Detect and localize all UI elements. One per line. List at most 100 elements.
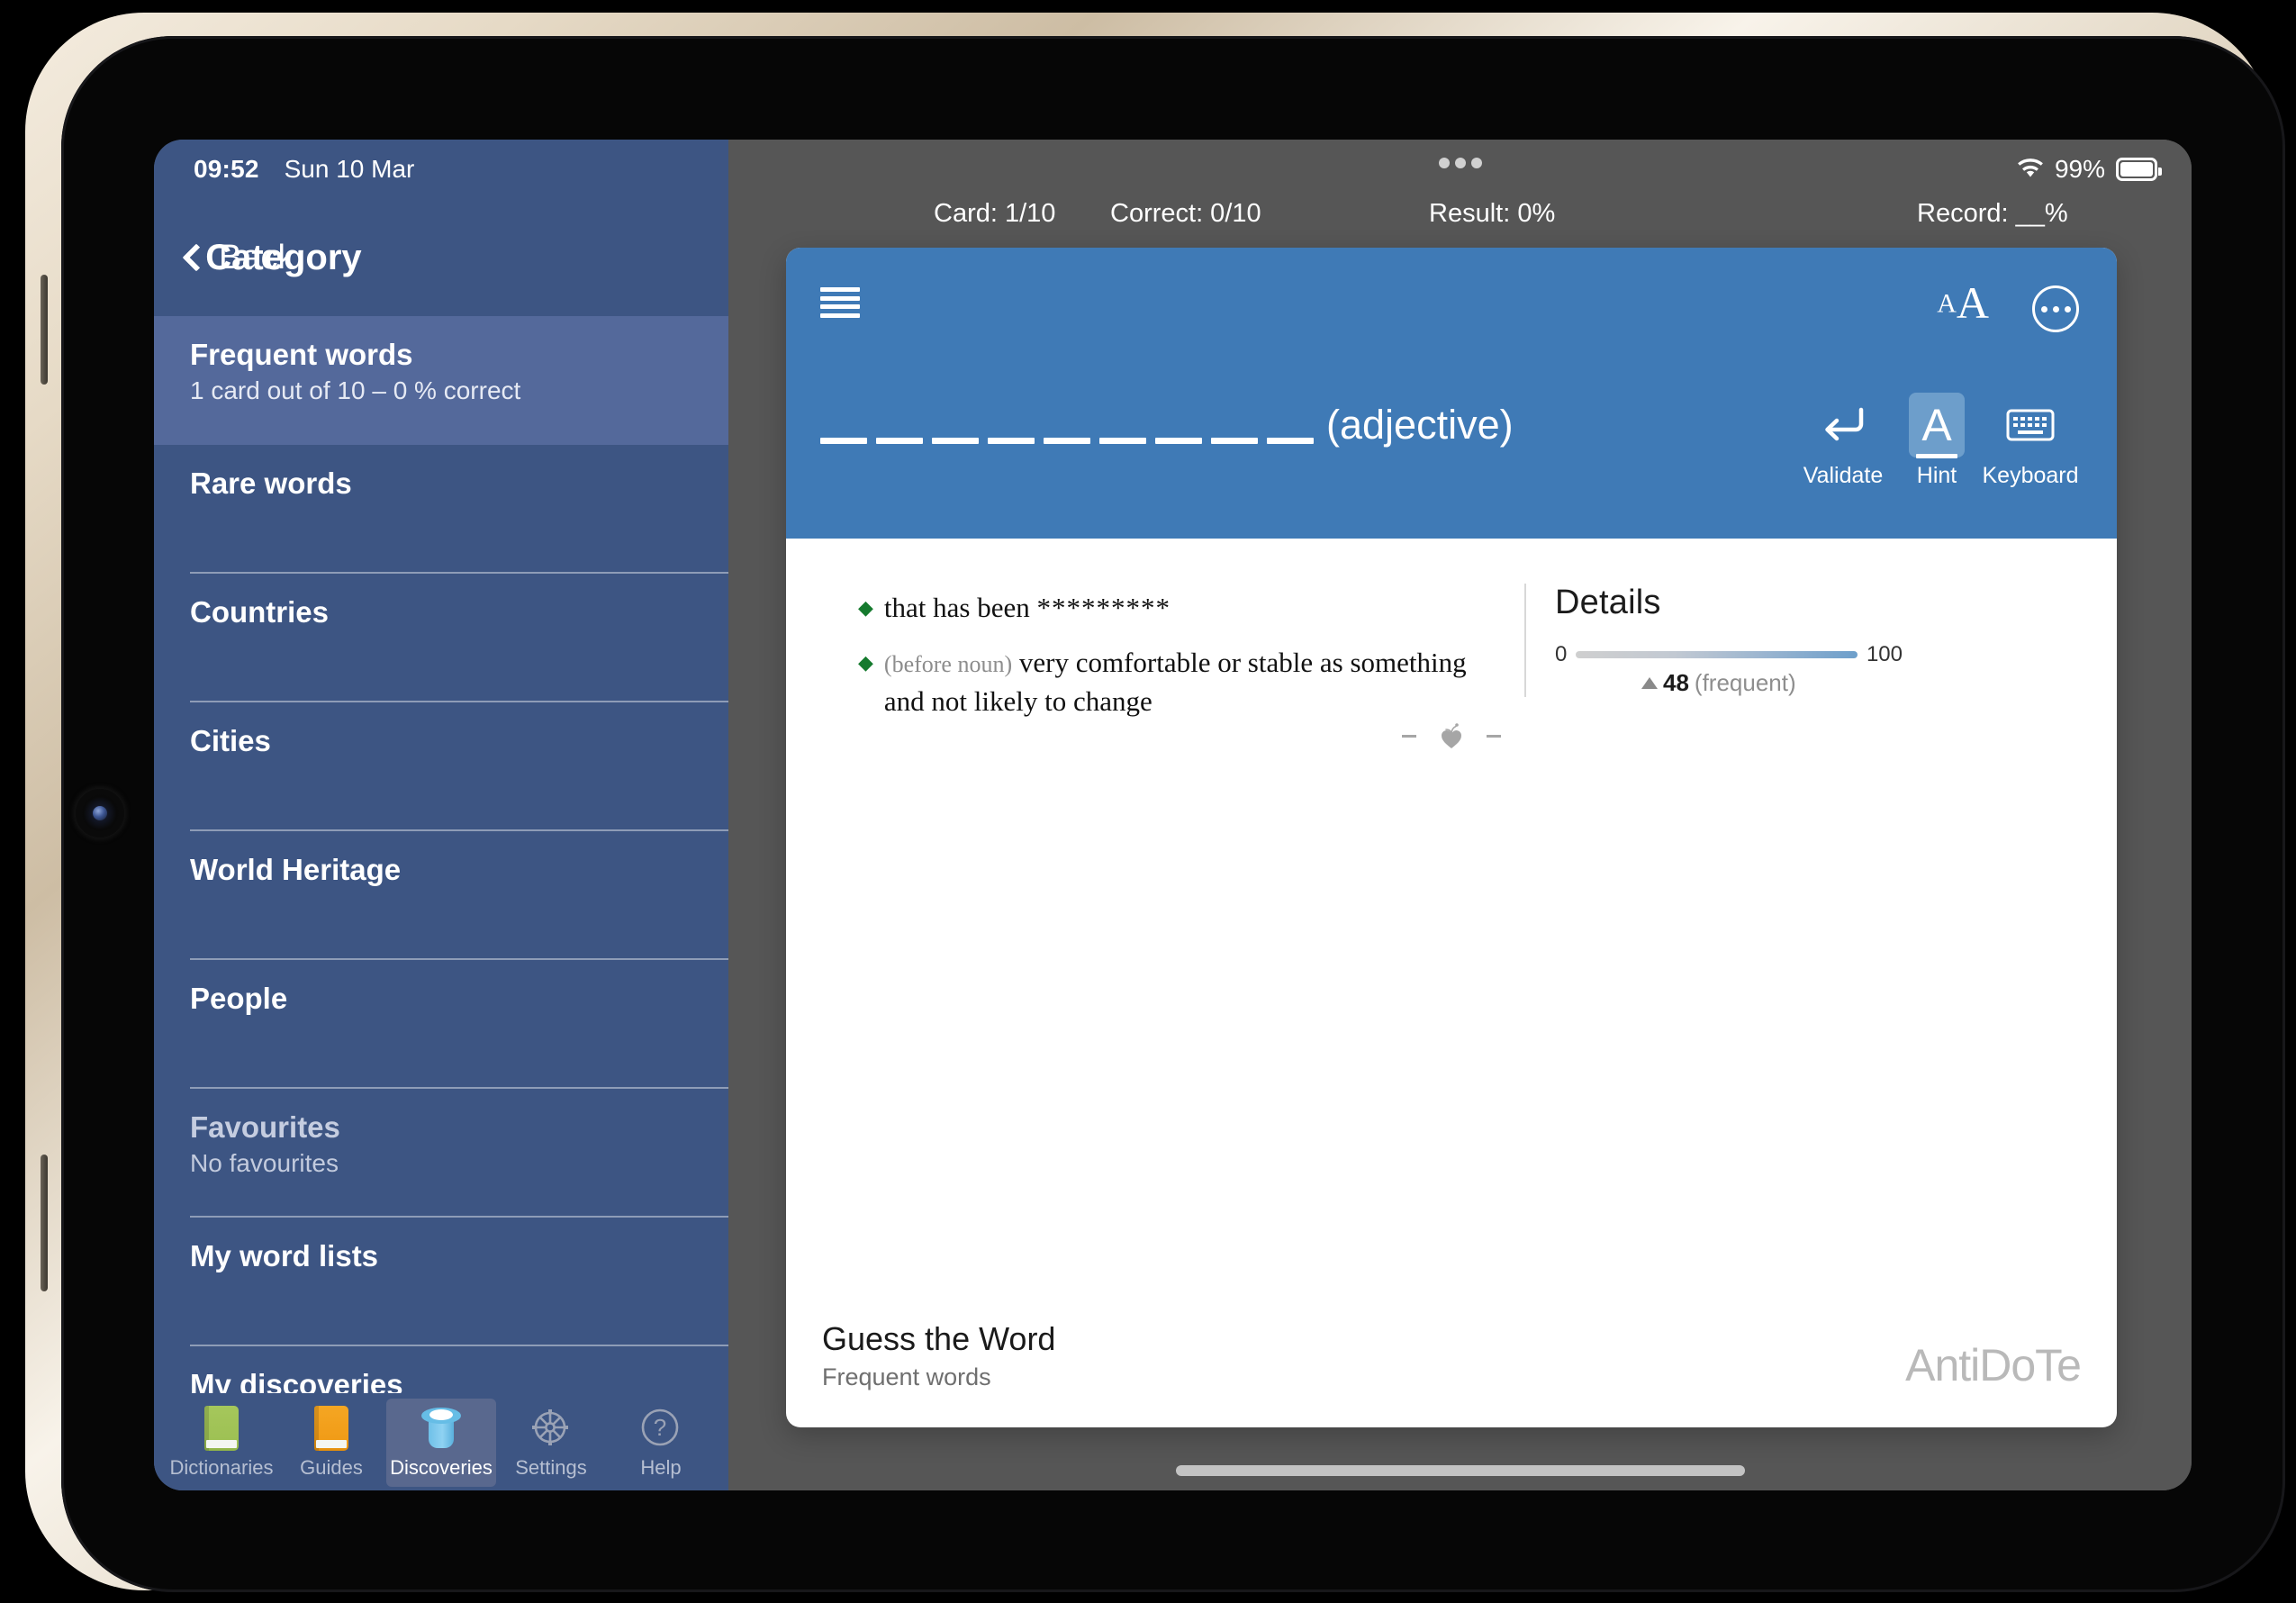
game-title: Guess the Word [822, 1320, 1056, 1357]
frequency-marker: 48 (frequent) [1641, 669, 1903, 697]
letter-blank[interactable] [820, 438, 867, 444]
hamburger-menu-icon[interactable] [820, 287, 860, 318]
category-item-title: World Heritage [190, 853, 402, 886]
tab-settings[interactable]: Settings [496, 1399, 606, 1487]
tab-label: Settings [515, 1456, 587, 1479]
validate-button[interactable]: Validate [1800, 393, 1886, 489]
category-item-title: Countries [190, 595, 330, 629]
tab-discoveries[interactable]: Discoveries [386, 1399, 496, 1487]
font-size-big-a: A [1956, 277, 1989, 328]
letter-blank[interactable] [1267, 438, 1314, 444]
word-card: AA (adjective) Validate A Hint Keyboard … [786, 248, 2117, 1427]
ornament-dash [1402, 734, 1416, 738]
screen: 09:52 Sun 10 Mar Back Category Frequent … [154, 140, 2192, 1490]
diamond-bullet-icon: ◆ [858, 596, 873, 619]
svg-text:?: ? [654, 1414, 666, 1441]
hint-letter-glyph: A [1916, 400, 1958, 458]
letter-blank[interactable] [1099, 438, 1146, 444]
diamond-bullet-icon: ◆ [858, 650, 873, 674]
category-item-subtitle: 1 card out of 10 – 0 % correct [190, 376, 521, 405]
gear-icon [532, 1409, 568, 1445]
frequency-bar [1576, 651, 1858, 658]
tab-dictionaries[interactable]: Dictionaries [167, 1399, 276, 1487]
category-item-rare-words[interactable]: Rare words [154, 445, 728, 574]
category-item-subtitle: No favourites [190, 1149, 339, 1178]
category-item-title: Frequent words [190, 338, 413, 371]
burger-line [820, 287, 860, 292]
category-item-title: Rare words [190, 466, 352, 500]
category-item-people[interactable]: People [154, 960, 728, 1089]
letter-blank[interactable] [1044, 438, 1090, 444]
tab-help[interactable]: ? Help [606, 1399, 716, 1487]
handle-dot [1470, 158, 1482, 168]
tab-label: Dictionaries [169, 1456, 274, 1479]
letter-blank[interactable] [876, 438, 923, 444]
keyboard-label: Keyboard [1982, 463, 2079, 488]
main-pane: 99% Card: 1/10 Correct: 0/10 Result: 0% … [728, 140, 2192, 1490]
tab-bar: Dictionaries Guides Discoveries Settings ? He… [154, 1393, 728, 1490]
frequency-note: (frequent) [1694, 669, 1796, 696]
question-circle-icon: ? [641, 1408, 679, 1446]
category-list[interactable]: Frequent words 1 card out of 10 – 0 % cor… [154, 316, 728, 1490]
letter-blanks[interactable] [820, 367, 1314, 444]
score-record: Record: __% [1917, 199, 2068, 228]
heart-flourish-icon [1441, 723, 1462, 748]
sidebar-navbar: Back Category [154, 199, 728, 316]
battery-icon [2116, 158, 2162, 181]
more-dot [2040, 305, 2047, 312]
tab-label: Discoveries [390, 1456, 493, 1479]
score-card: Card: 1/10 [934, 199, 1056, 228]
tab-guides[interactable]: Guides [276, 1399, 386, 1487]
definition-usage-note: (before noun) [883, 650, 1013, 677]
definition-stars: ********* [1036, 592, 1171, 623]
card-footer: Guess the Word Frequent words AntiDoTe [822, 1320, 2082, 1391]
burger-line [820, 312, 860, 318]
status-right-cluster: 99% [2017, 140, 2162, 199]
category-item-my-word-lists[interactable]: My word lists [154, 1218, 728, 1346]
category-item-favourites[interactable]: Favourites No favourites [154, 1089, 728, 1218]
question-circle-icon: ? [637, 1404, 684, 1453]
score-correct: Correct: 0/10 [1110, 199, 1261, 228]
letter-blank[interactable] [988, 438, 1035, 444]
chevron-left-icon [182, 243, 211, 272]
antidote-logo: AntiDoTe [1905, 1340, 2082, 1390]
more-options-icon[interactable] [2032, 285, 2079, 332]
letter-blank[interactable] [932, 438, 979, 444]
status-time: 09:52 [194, 155, 259, 183]
ios-status-bar-left: 09:52 Sun 10 Mar [154, 140, 728, 199]
word-answer-row: (adjective) Validate A Hint Keyboard [786, 367, 2117, 539]
category-item-title: Favourites [190, 1110, 340, 1144]
volume-button[interactable] [41, 275, 48, 385]
score-result: Result: 0% [1429, 199, 1556, 228]
back-button-label: Back [219, 238, 295, 276]
hint-label: Hint [1916, 463, 1957, 488]
top-hat-icon [418, 1404, 465, 1453]
letter-blank[interactable] [1155, 438, 1202, 444]
font-size-icon[interactable]: AA [1937, 280, 1989, 325]
category-item-frequent-words[interactable]: Frequent words 1 card out of 10 – 0 % cor… [154, 316, 728, 445]
definition-item: ◆ (before noun) very comfortable or stab… [858, 644, 1470, 721]
category-item-cities[interactable]: Cities [154, 702, 728, 831]
multitask-handle[interactable] [728, 158, 2192, 168]
orange-book-icon [308, 1404, 355, 1453]
front-camera [76, 789, 124, 838]
category-item-world-heritage[interactable]: World Heritage [154, 831, 728, 960]
more-dot [2064, 305, 2071, 312]
frequency-max-label: 100 [1866, 642, 1903, 666]
status-date: Sun 10 Mar [284, 155, 415, 183]
more-dot [2052, 305, 2059, 312]
card-body: ◆ that has been ********* ◆ (before noun… [786, 539, 2117, 1427]
keyboard-button[interactable]: Keyboard [1982, 393, 2079, 489]
burger-line [820, 304, 860, 310]
category-item-title: People [190, 982, 288, 1015]
back-button[interactable]: Back [182, 238, 295, 277]
letter-blank[interactable] [1211, 438, 1258, 444]
enter-return-icon [1815, 393, 1871, 457]
power-button[interactable] [41, 1155, 48, 1291]
category-item-countries[interactable]: Countries [154, 574, 728, 702]
home-indicator[interactable] [1175, 1465, 1745, 1476]
answer-tools: Validate A Hint Keyboard [1800, 393, 2079, 489]
card-footer-text: Guess the Word Frequent words [822, 1320, 1055, 1391]
definition-text: (before noun) very comfortable or stable… [884, 644, 1470, 721]
hint-button[interactable]: A Hint [1894, 393, 1980, 489]
